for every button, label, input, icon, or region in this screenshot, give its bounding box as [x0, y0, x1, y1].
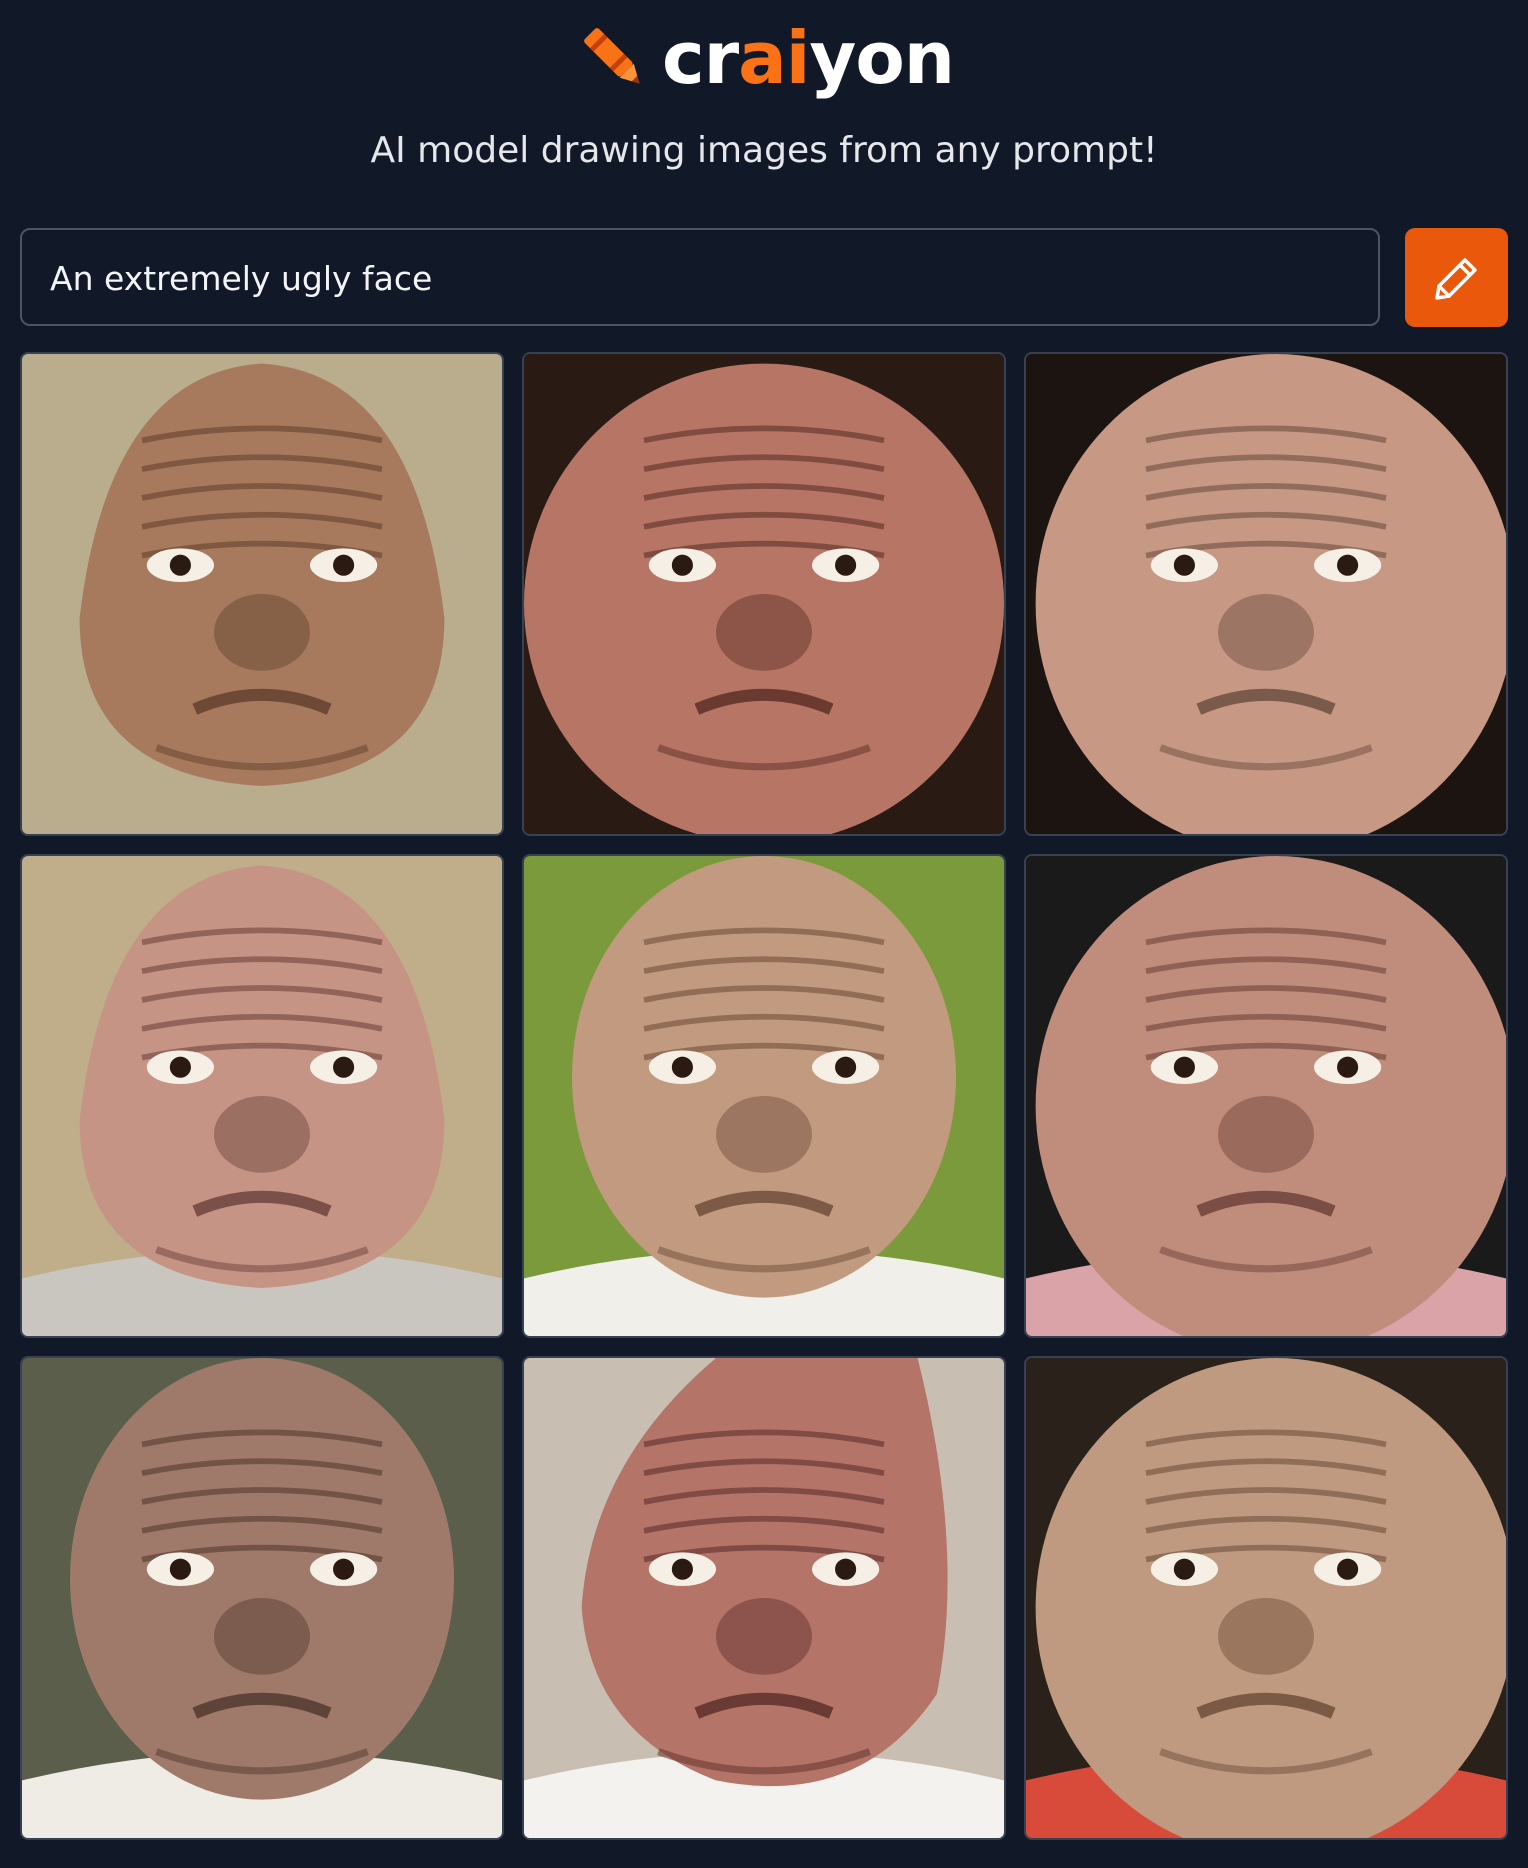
- face-image: [524, 354, 1004, 834]
- draw-button[interactable]: [1405, 228, 1508, 327]
- generated-image[interactable]: [20, 854, 504, 1338]
- face-image: [524, 856, 1004, 1336]
- face-image: [524, 1358, 1004, 1838]
- header: craiyon AI model drawing images from any…: [0, 0, 1528, 200]
- generated-image[interactable]: [1024, 854, 1508, 1338]
- prompt-input[interactable]: [48, 230, 1352, 326]
- face-image: [22, 354, 502, 834]
- tagline: AI model drawing images from any prompt!: [370, 130, 1158, 171]
- generated-image[interactable]: [20, 352, 504, 836]
- generated-image[interactable]: [522, 352, 1006, 836]
- face-image: [1026, 1358, 1506, 1838]
- crayon-logo-icon: [584, 28, 640, 84]
- logo[interactable]: craiyon: [0, 18, 1528, 98]
- face-image: [22, 856, 502, 1336]
- logo-text-part-3: yon: [809, 16, 955, 100]
- generated-image[interactable]: [522, 1356, 1006, 1840]
- face-image: [1026, 856, 1506, 1336]
- logo-text-accent: ai: [738, 16, 810, 100]
- generated-image[interactable]: [522, 854, 1006, 1338]
- logo-text: craiyon: [662, 22, 955, 94]
- pencil-icon: [1434, 257, 1477, 300]
- image-grid: [20, 352, 1508, 1840]
- face-image: [1026, 354, 1506, 834]
- face-image: [22, 1358, 502, 1838]
- prompt-box[interactable]: [20, 228, 1380, 326]
- generated-image[interactable]: [1024, 352, 1508, 836]
- logo-text-part-1: cr: [661, 16, 739, 100]
- generated-image[interactable]: [20, 1356, 504, 1840]
- generated-image[interactable]: [1024, 1356, 1508, 1840]
